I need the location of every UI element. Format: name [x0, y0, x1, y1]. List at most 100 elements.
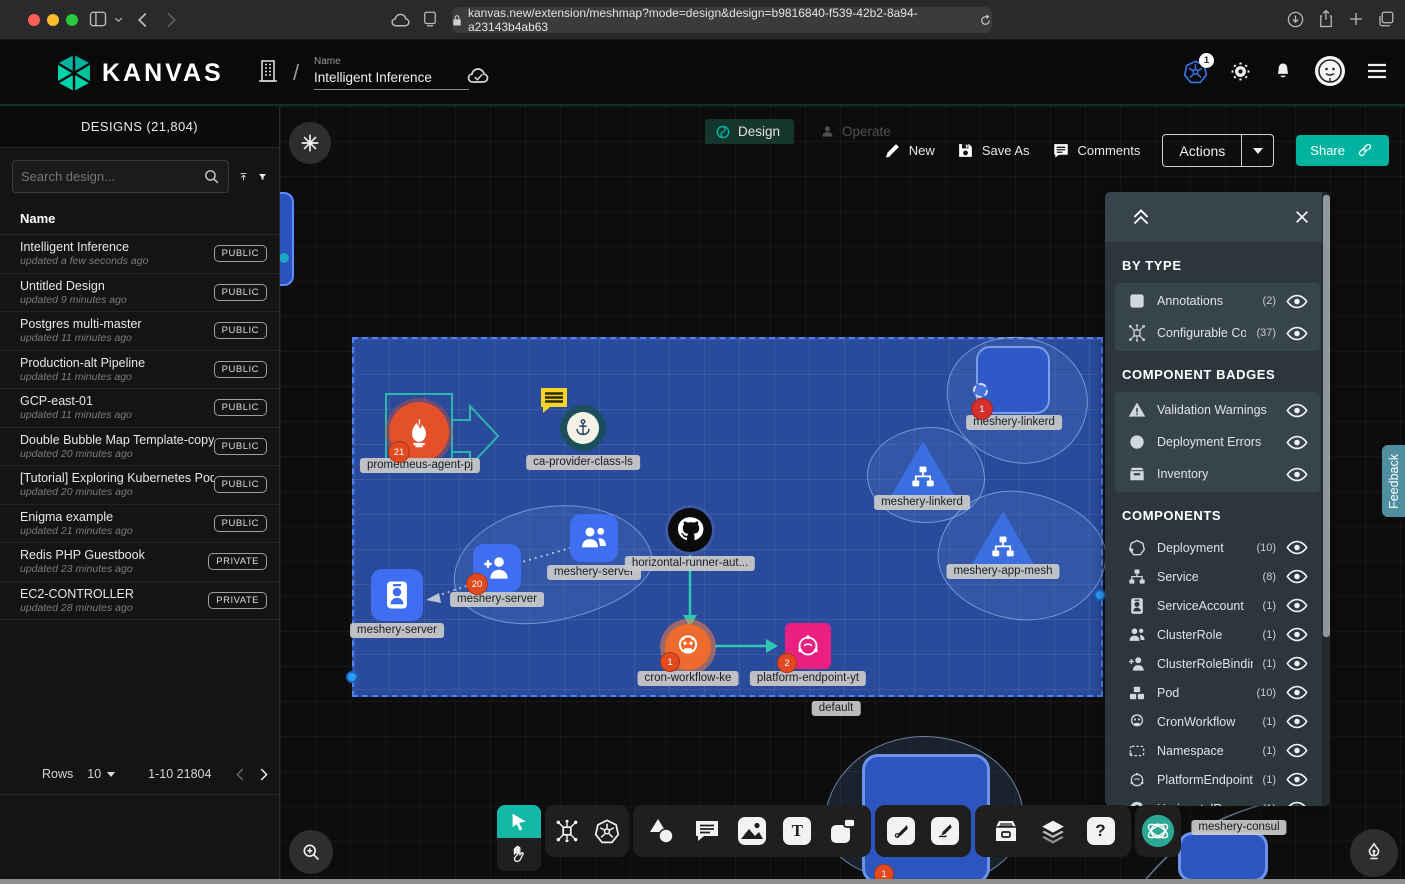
selection-handle[interactable] — [346, 671, 358, 683]
list-item[interactable]: [Tutorial] Exploring Kubernetes Podupdat… — [0, 466, 279, 505]
pan-tool-button[interactable] — [497, 838, 541, 871]
visibility-eye-icon[interactable] — [1286, 801, 1308, 806]
mesh-components-tool[interactable] — [550, 814, 584, 848]
settings-button[interactable] — [1230, 61, 1251, 82]
kubernetes-tool[interactable] — [590, 814, 624, 848]
list-item[interactable]: Postgres multi-masterupdated 11 minutes … — [0, 312, 279, 351]
address-bar[interactable]: kanvas.new/extension/meshmap?mode=design… — [452, 7, 992, 33]
badge-row-inventory[interactable]: Inventory — [1115, 458, 1320, 490]
text-tool[interactable]: T — [780, 814, 814, 848]
badge-row-validation-warnings[interactable]: Validation Warnings — [1115, 394, 1320, 426]
layers-tool[interactable] — [1036, 814, 1070, 848]
visibility-eye-icon[interactable] — [1286, 598, 1308, 613]
window-zoom-button[interactable] — [66, 14, 78, 26]
search-input[interactable] — [21, 169, 197, 184]
comments-button[interactable]: Comments — [1052, 142, 1141, 159]
feedback-tab[interactable]: Feedback — [1382, 445, 1405, 517]
tab-design[interactable]: Design — [705, 119, 794, 144]
share-button[interactable]: Share — [1296, 135, 1389, 166]
tab-operate[interactable]: Operate — [810, 119, 905, 144]
notifications-button[interactable] — [1273, 61, 1293, 81]
reload-icon[interactable] — [979, 14, 992, 27]
visibility-eye-icon[interactable] — [1286, 435, 1308, 450]
component-row-platformendpoint[interactable]: PlatformEndpoint (1) — [1115, 765, 1320, 794]
visibility-eye-icon[interactable] — [1286, 294, 1308, 309]
list-item[interactable]: Untitled Designupdated 9 minutes ago PUB… — [0, 274, 279, 313]
pencil-tool[interactable] — [928, 814, 962, 848]
visibility-eye-icon[interactable] — [1286, 569, 1308, 584]
select-tool-button[interactable] — [497, 805, 541, 838]
actions-button-label[interactable]: Actions — [1163, 135, 1241, 166]
node-horizontal-runner[interactable] — [668, 508, 712, 552]
browser-back-button[interactable] — [134, 11, 152, 29]
snapshot-button[interactable] — [289, 122, 331, 164]
node-consul-partial[interactable] — [1178, 832, 1268, 879]
badge-row-deployment-errors[interactable]: Deployment Errors — [1115, 426, 1320, 458]
help-tool[interactable]: ? — [1084, 814, 1118, 848]
visibility-eye-icon[interactable] — [1286, 627, 1308, 642]
window-minimize-button[interactable] — [47, 14, 59, 26]
browser-forward-button[interactable] — [162, 11, 180, 29]
list-item[interactable]: GCP-east-01updated 11 minutes ago PUBLIC — [0, 389, 279, 428]
shapes-tool[interactable] — [644, 814, 678, 848]
meshery-button[interactable] — [1141, 814, 1175, 848]
new-tab-icon[interactable] — [1347, 10, 1365, 28]
type-row-configurable[interactable]: Configurable Compon (37) — [1115, 317, 1320, 349]
chevron-down-icon[interactable] — [113, 14, 124, 25]
collapse-up-icon[interactable] — [1131, 208, 1151, 226]
archive-tool[interactable] — [989, 814, 1023, 848]
reader-icon[interactable] — [421, 10, 439, 28]
zoom-search-button[interactable] — [289, 830, 333, 874]
node-service-account[interactable] — [371, 569, 423, 621]
organization-icon[interactable] — [256, 58, 280, 84]
publish-icon[interactable] — [239, 167, 248, 187]
pen-mode-button[interactable] — [1350, 829, 1398, 877]
component-row-service[interactable]: Service (8) — [1115, 562, 1320, 591]
visibility-eye-icon[interactable] — [1286, 467, 1308, 482]
downloads-icon[interactable] — [1286, 10, 1305, 29]
icloud-tab-icon[interactable] — [390, 10, 411, 31]
actions-dropdown-caret[interactable] — [1241, 135, 1273, 166]
next-page-button[interactable] — [256, 767, 271, 782]
list-item[interactable]: Production-alt Pipelineupdated 11 minute… — [0, 351, 279, 390]
menu-button[interactable] — [1367, 63, 1387, 79]
list-item[interactable]: EC2-CONTROLLERupdated 28 minutes ago PRI… — [0, 582, 279, 621]
visibility-eye-icon[interactable] — [1286, 772, 1308, 787]
frame-tool[interactable] — [826, 814, 860, 848]
list-item[interactable]: Intelligent Inferenceupdated a few secon… — [0, 235, 279, 274]
list-item[interactable]: Double Bubble Map Template-copyupdated 2… — [0, 428, 279, 467]
window-close-button[interactable] — [28, 14, 40, 26]
comment-tool[interactable] — [690, 814, 724, 848]
component-row-clusterrole[interactable]: ClusterRole (1) — [1115, 620, 1320, 649]
tab-overview-icon[interactable] — [1377, 10, 1395, 28]
component-row-cronworkflow[interactable]: CronWorkflow (1) — [1115, 707, 1320, 736]
filter-icon[interactable] — [258, 167, 267, 187]
actions-split-button[interactable]: Actions — [1162, 134, 1274, 167]
design-name-input[interactable] — [314, 67, 469, 90]
component-row-deployment[interactable]: Deployment (10) — [1115, 533, 1320, 562]
visibility-eye-icon[interactable] — [1286, 743, 1308, 758]
kanvas-logo[interactable]: KANVAS — [56, 54, 224, 92]
close-icon[interactable] — [1294, 209, 1310, 225]
rows-per-page-select[interactable]: 10 — [87, 767, 116, 781]
component-row-namespace[interactable]: Namespace (1) — [1115, 736, 1320, 765]
comment-annotation-icon[interactable] — [538, 385, 570, 415]
image-tool[interactable] — [735, 814, 769, 848]
list-item[interactable]: Redis PHP Guestbookupdated 23 minutes ag… — [0, 543, 279, 582]
component-row-pod[interactable]: Pod (10) — [1115, 678, 1320, 707]
panel-scrollbar[interactable] — [1322, 192, 1330, 806]
list-item[interactable]: Enigma exampleupdated 21 minutes ago PUB… — [0, 505, 279, 544]
visibility-eye-icon[interactable] — [1286, 685, 1308, 700]
visibility-eye-icon[interactable] — [1286, 656, 1308, 671]
component-row-serviceaccount[interactable]: ServiceAccount (1) — [1115, 591, 1320, 620]
visibility-eye-icon[interactable] — [1286, 540, 1308, 555]
save-as-button[interactable]: Save As — [957, 142, 1030, 159]
scrollbar-thumb[interactable] — [1323, 195, 1330, 637]
node-cluster-role[interactable] — [570, 514, 618, 562]
prev-page-button[interactable] — [233, 767, 248, 782]
name-column-header[interactable]: Name — [0, 201, 279, 235]
visibility-eye-icon[interactable] — [1286, 403, 1308, 418]
type-row-annotations[interactable]: Annotations (2) — [1115, 285, 1320, 317]
browser-sidebar-icon[interactable] — [88, 9, 108, 29]
share-page-icon[interactable] — [1317, 9, 1335, 29]
